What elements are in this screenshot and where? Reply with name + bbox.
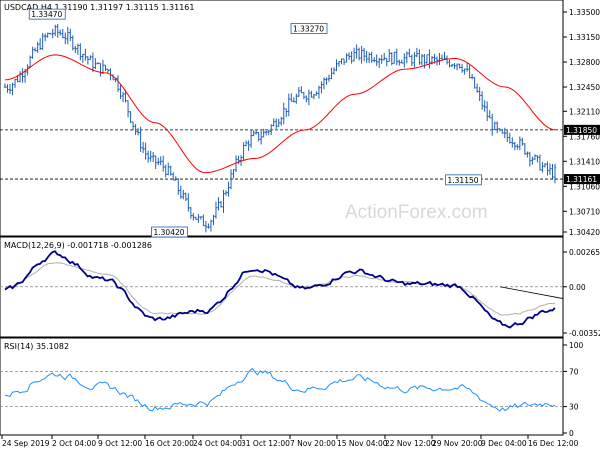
time-axis-label: 16 Dec 12:00 bbox=[528, 439, 579, 448]
price-axis-label: 1.32110 bbox=[569, 107, 600, 116]
price-callout-label: 1.30420 bbox=[154, 228, 185, 237]
macd-axis-label: -0.003526 bbox=[569, 329, 600, 338]
price-axis-label: 1.32450 bbox=[569, 83, 600, 92]
rsi-header: RSI(14) 35.1082 bbox=[4, 342, 69, 351]
price-callout-label: 1.31150 bbox=[448, 176, 479, 185]
time-axis-label: 2 Oct 04:00 bbox=[52, 439, 96, 448]
time-axis-label: 15 Nov 04:00 bbox=[337, 439, 388, 448]
macd-header: MACD(12,26,9) -0.001718 -0.001286 bbox=[4, 241, 152, 250]
macd-signal-line bbox=[4, 262, 556, 316]
time-axis-label: 24 Sep 2019 bbox=[2, 439, 50, 448]
rsi-group bbox=[0, 367, 563, 412]
price-callout-label: 1.33270 bbox=[293, 24, 324, 33]
time-axis-label: 7 Nov 20:00 bbox=[290, 439, 336, 448]
chart-canvas: ActionForex.com USDCAD,H4 1.31190 1.3119… bbox=[0, 0, 600, 448]
ema-line bbox=[4, 54, 556, 174]
time-axis-label: 22 Nov 12:00 bbox=[385, 439, 436, 448]
rsi-line bbox=[4, 367, 556, 412]
time-axis-label: 29 Nov 20:00 bbox=[432, 439, 483, 448]
time-axis-label: 24 Oct 04:00 bbox=[193, 439, 242, 448]
price-axis-label: 1.31410 bbox=[569, 157, 600, 166]
macd-line bbox=[4, 250, 556, 329]
price-axis-label: 1.30420 bbox=[569, 228, 600, 237]
price-axis-label: 1.30710 bbox=[569, 207, 600, 216]
price-axis-label: 1.31760 bbox=[569, 132, 600, 141]
price-axis-label: 1.33150 bbox=[569, 33, 600, 42]
price-axis-label: 1.32800 bbox=[569, 58, 600, 67]
price-axis-label: 1.33500 bbox=[569, 8, 600, 17]
time-axis-label: 9 Dec 04:00 bbox=[481, 439, 527, 448]
time-axis-label: 16 Oct 20:00 bbox=[145, 439, 194, 448]
time-axis-label: 31 Oct 12:00 bbox=[241, 439, 290, 448]
rsi-axis-label: 0 bbox=[569, 429, 574, 438]
macd-axis-label: 0.00 bbox=[569, 283, 586, 292]
watermark: ActionForex.com bbox=[345, 202, 488, 223]
time-axis-label: 9 Oct 12:00 bbox=[98, 439, 142, 448]
price-callout-label: 1.33470 bbox=[31, 10, 62, 19]
rsi-axis-label: 100 bbox=[569, 341, 584, 350]
price-group: 1.318501.311611.334701.332701.304201.311… bbox=[0, 8, 600, 238]
axis-group: 1.33500 1.33150 1.32800 1.32450 1.32110 1.317… bbox=[1, 8, 600, 448]
rsi-axis-label: 70 bbox=[569, 367, 579, 376]
price-axis-label: 1.31060 bbox=[569, 182, 600, 191]
macd-group bbox=[0, 250, 564, 329]
rsi-axis-label: 30 bbox=[569, 403, 579, 412]
macd-trendline bbox=[499, 286, 564, 299]
chart-window: ActionForex.com USDCAD,H4 1.31190 1.3119… bbox=[0, 0, 600, 450]
macd-axis-label: 0.002652 bbox=[569, 248, 600, 257]
